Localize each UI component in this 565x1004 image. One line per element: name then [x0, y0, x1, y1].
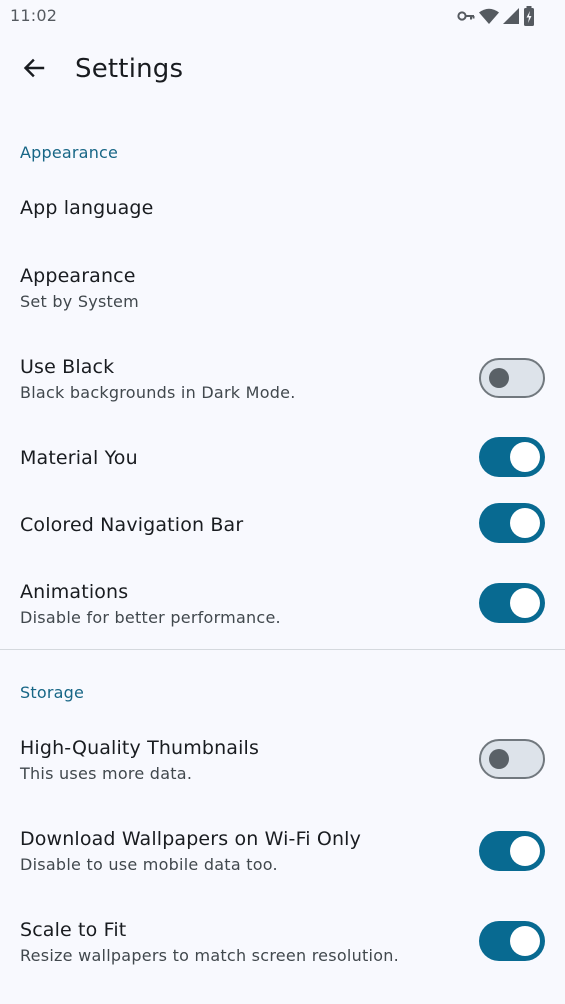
status-bar: 11:02	[0, 0, 565, 32]
setting-title: Animations	[20, 581, 129, 603]
cell-signal-icon	[503, 8, 519, 24]
setting-subtitle: Resize wallpapers to match screen resolu…	[20, 946, 399, 965]
setting-title: Use Black	[20, 356, 115, 378]
switch-thumb	[510, 926, 540, 956]
wifi-only-switch[interactable]	[479, 831, 545, 871]
wifi-icon	[479, 8, 499, 24]
page-title: Settings	[75, 54, 184, 84]
setting-colored-navigation-bar[interactable]: Colored Navigation Bar	[0, 497, 565, 553]
setting-appearance[interactable]: Appearance Set by System	[0, 248, 565, 328]
setting-app-language[interactable]: App language	[0, 180, 565, 238]
vpn-key-icon	[457, 10, 475, 22]
colored-nav-bar-switch[interactable]	[479, 503, 545, 543]
setting-hq-thumbnails[interactable]: High-Quality Thumbnails This uses more d…	[0, 720, 565, 800]
use-black-switch[interactable]	[479, 358, 545, 398]
section-header-appearance: Appearance	[20, 143, 119, 162]
scale-to-fit-switch[interactable]	[479, 921, 545, 961]
setting-animations[interactable]: Animations Disable for better performanc…	[0, 564, 565, 644]
hq-thumbnails-switch[interactable]	[479, 739, 545, 779]
back-button[interactable]	[12, 48, 56, 92]
status-time: 11:02	[10, 6, 58, 25]
section-header-storage: Storage	[20, 683, 85, 702]
setting-subtitle: Set by System	[20, 292, 139, 311]
animations-switch[interactable]	[479, 583, 545, 623]
arrow-back-icon	[22, 56, 46, 84]
battery-charging-icon	[523, 6, 535, 26]
setting-title: Colored Navigation Bar	[20, 514, 244, 536]
setting-title: Download Wallpapers on Wi-Fi Only	[20, 828, 362, 850]
setting-title: Appearance	[20, 265, 136, 287]
setting-subtitle: This uses more data.	[20, 764, 193, 783]
setting-material-you[interactable]: Material You	[0, 430, 565, 486]
switch-thumb	[510, 836, 540, 866]
setting-wifi-only[interactable]: Download Wallpapers on Wi-Fi Only Disabl…	[0, 811, 565, 891]
setting-use-black[interactable]: Use Black Black backgrounds in Dark Mode…	[0, 339, 565, 419]
setting-title: High-Quality Thumbnails	[20, 737, 260, 759]
material-you-switch[interactable]	[479, 437, 545, 477]
setting-title: App language	[20, 197, 154, 219]
status-icons	[457, 6, 535, 26]
app-bar: Settings	[0, 40, 565, 100]
setting-scale-to-fit[interactable]: Scale to Fit Resize wallpapers to match …	[0, 902, 565, 982]
switch-thumb	[510, 442, 540, 472]
switch-thumb	[489, 368, 509, 388]
switch-thumb	[510, 588, 540, 618]
setting-title: Material You	[20, 447, 138, 469]
switch-thumb	[489, 749, 509, 769]
section-divider	[0, 649, 565, 650]
switch-thumb	[510, 508, 540, 538]
setting-title: Scale to Fit	[20, 919, 127, 941]
setting-subtitle: Disable for better performance.	[20, 608, 281, 627]
setting-subtitle: Disable to use mobile data too.	[20, 855, 278, 874]
setting-subtitle: Black backgrounds in Dark Mode.	[20, 383, 296, 402]
